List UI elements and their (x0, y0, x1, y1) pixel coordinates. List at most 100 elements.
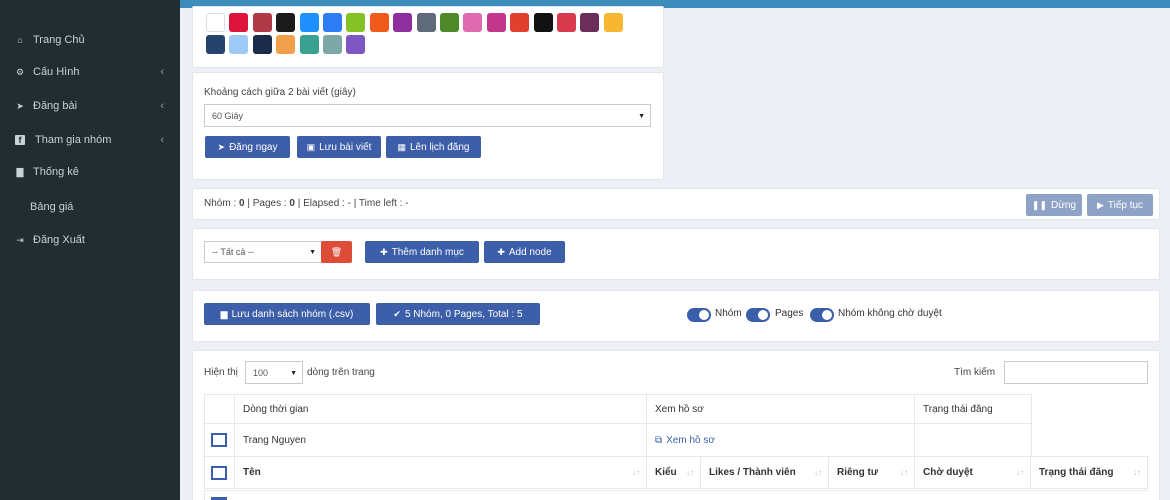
toggle-groups-label: Nhóm (715, 308, 742, 319)
sidebar-item-post[interactable]: ➤ Đăng bài ‹ (0, 92, 180, 120)
sort-icon: ↓↑ (1133, 468, 1141, 477)
color-swatch[interactable] (206, 35, 225, 54)
schedule-post-button[interactable]: ▦ Lên lịch đăng (386, 136, 481, 158)
stop-label: Dừng (1051, 199, 1077, 211)
color-swatch[interactable] (276, 13, 296, 32)
continue-button[interactable]: ▶ Tiếp tục (1087, 194, 1153, 216)
main-table-header: Tên ↓↑ Kiểu ↓↑ Likes / Thành viên ↓↑ Riêng … (204, 456, 1148, 489)
add-node-button[interactable]: ✚ Add node (484, 241, 565, 263)
color-swatch[interactable] (463, 13, 483, 32)
color-swatch[interactable] (323, 35, 342, 54)
toggle-groups[interactable] (687, 308, 711, 322)
color-swatch[interactable] (580, 13, 600, 32)
caret-down-icon: ▼ (309, 249, 316, 256)
name-column-header[interactable]: Tên ↓↑ (234, 457, 646, 488)
toggle-pages-label: Pages (775, 308, 804, 319)
caret-down-icon: ▼ (290, 369, 297, 377)
page-size-select[interactable]: 100 ▼ (245, 361, 303, 384)
sidebar-item-home[interactable]: ⌂ Trang Chủ (0, 26, 180, 54)
save-post-button[interactable]: ▣ Lưu bài viết (297, 136, 381, 158)
continue-label: Tiếp tục (1107, 199, 1144, 211)
color-swatch[interactable] (440, 13, 459, 32)
row-checkbox[interactable] (211, 433, 227, 447)
status-column-header[interactable]: Trạng thái đăng ↓↑ (1030, 457, 1148, 488)
save-csv-button[interactable]: ▆ Lưu danh sách nhóm (.csv) (204, 303, 370, 325)
color-swatch[interactable] (557, 13, 576, 32)
add-category-button[interactable]: ✚ Thêm danh mục (365, 241, 479, 263)
group-summary-button[interactable]: ✔ 5 Nhóm, 0 Pages, Total : 5 (376, 303, 540, 325)
color-swatch[interactable] (229, 35, 249, 54)
color-swatch[interactable] (206, 13, 225, 32)
color-swatch[interactable] (299, 13, 319, 32)
progress-panel: Nhóm : 0 | Pages : 0 | Elapsed : - | Tim… (192, 188, 1160, 220)
sidebar-item-label: Tham gia nhóm (35, 134, 112, 146)
pending-column-header[interactable]: Chờ duyệt ↓↑ (914, 457, 1030, 488)
color-swatch[interactable] (252, 13, 272, 32)
color-swatch[interactable] (252, 35, 272, 54)
profile-column-header: Xem hồ sơ (646, 395, 914, 423)
color-swatch[interactable] (276, 35, 296, 54)
add-category-label: Thêm danh mục (391, 246, 464, 258)
color-swatch[interactable] (416, 13, 436, 32)
color-swatch[interactable] (510, 13, 530, 32)
likes-column-header[interactable]: Likes / Thành viên ↓↑ (700, 457, 828, 488)
color-swatch-panel (192, 6, 664, 68)
color-swatch[interactable] (346, 13, 366, 32)
color-swatch[interactable] (299, 35, 319, 54)
groups-table-panel: Hiện thị 100 ▼ dòng trên trang Tìm kiếm … (192, 350, 1160, 500)
external-link-icon: ⧉ (655, 434, 663, 446)
color-swatch[interactable] (393, 13, 413, 32)
paper-plane-icon: ➤ (16, 100, 24, 111)
color-swatch[interactable] (323, 13, 342, 32)
page-size-value: 100 (253, 367, 269, 378)
stop-button[interactable]: ❚❚ Dừng (1026, 194, 1082, 216)
sidebar-item-pricing[interactable]: Bảng giá (0, 193, 180, 221)
sidebar-item-join-group[interactable]: f Tham gia nhóm ‹ (0, 126, 180, 154)
paper-plane-icon: ➤ (217, 141, 226, 152)
color-swatch[interactable] (229, 13, 249, 32)
check-icon: ✔ (393, 308, 401, 319)
sidebar-item-settings[interactable]: ⚙ Cấu Hình ‹ (0, 58, 180, 86)
select-all-checkbox[interactable] (211, 465, 227, 480)
row-checkbox-checked[interactable] (211, 496, 227, 500)
table-row[interactable] (204, 490, 1148, 500)
table-row[interactable]: Trang Nguyen ⧉ Xem hồ sơ (204, 423, 1032, 456)
pause-icon: ❚❚ (1031, 199, 1048, 210)
calendar-icon: ▦ (397, 141, 406, 152)
interval-select-value: 60 Giây (212, 110, 244, 121)
sidebar-item-statistics[interactable]: ▇ Thống kê (0, 158, 180, 186)
post-status-column-header: Trạng thái đăng (914, 395, 1032, 423)
post-now-button[interactable]: ➤ Đăng ngay (205, 136, 290, 158)
color-swatch[interactable] (533, 13, 553, 32)
group-summary-label: 5 Nhóm, 0 Pages, Total : 5 (404, 308, 523, 320)
timeline-header-row: Dòng thời gian Xem hồ sơ Trạng thái đăng (204, 394, 1032, 423)
sort-icon: ↓↑ (900, 468, 908, 477)
save-csv-label: Lưu danh sách nhóm (.csv) (231, 308, 354, 320)
chevron-left-icon: ‹ (160, 100, 164, 112)
profile-link[interactable]: ⧉ Xem hồ sơ (646, 424, 914, 456)
save-post-label: Lưu bài viết (319, 141, 372, 153)
search-input[interactable] (1004, 361, 1148, 384)
facebook-icon: f (15, 135, 25, 145)
color-swatch[interactable] (603, 13, 623, 32)
caret-down-icon: ▼ (638, 112, 645, 120)
color-swatch[interactable] (369, 13, 389, 32)
sidebar-item-label: Trang Chủ (33, 34, 85, 46)
sidebar: ⌂ Trang Chủ ⚙ Cấu Hình ‹ ➤ Đăng bài ‹ f … (0, 0, 180, 500)
privacy-column-header[interactable]: Riêng tư ↓↑ (828, 457, 914, 488)
type-column-header[interactable]: Kiểu ↓↑ (646, 457, 700, 488)
sidebar-item-label: Bảng giá (30, 201, 74, 213)
toggle-no-approval-groups[interactable] (810, 308, 834, 322)
sort-icon: ↓↑ (814, 468, 822, 477)
delete-category-button[interactable]: 🗑 (321, 241, 352, 263)
color-swatch[interactable] (346, 35, 366, 54)
sidebar-item-label: Cấu Hình (33, 66, 80, 78)
interval-select[interactable]: 60 Giây ▼ (204, 104, 651, 127)
post-now-label: Đăng ngay (229, 141, 278, 153)
schedule-label: Lên lịch đăng (410, 141, 470, 153)
gear-icon: ⚙ (15, 66, 25, 77)
sidebar-item-logout[interactable]: ⇥ Đăng Xuất (0, 226, 180, 254)
color-swatch[interactable] (486, 13, 506, 32)
category-select[interactable]: -- Tất cả -- ▼ (204, 241, 322, 263)
toggle-pages[interactable] (746, 308, 770, 322)
